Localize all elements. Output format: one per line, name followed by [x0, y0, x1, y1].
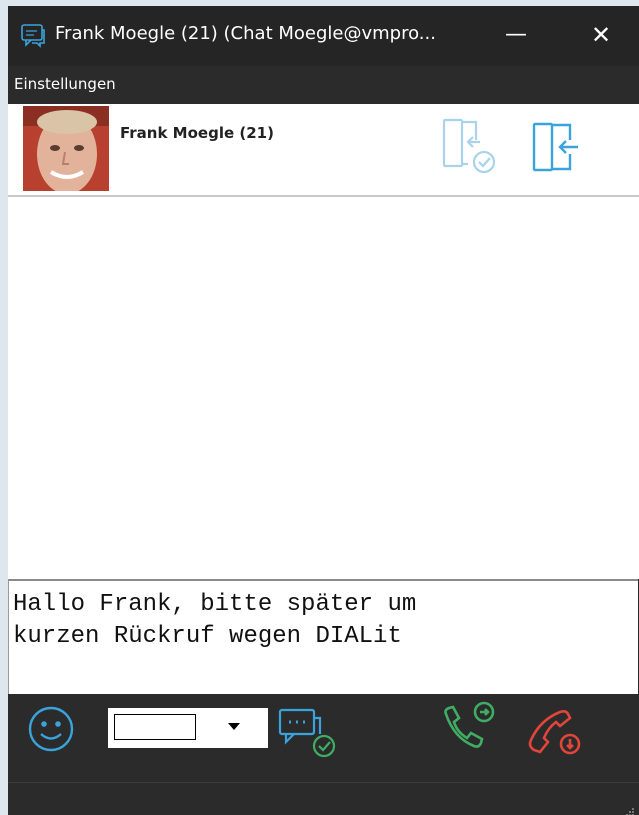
phone-accept-icon[interactable] [436, 700, 500, 762]
message-input-line: Hallo Frank, bitte später um [13, 591, 417, 618]
window-title: Frank Moegle (21) (Chat Moegle@vmpro... [55, 23, 436, 44]
menu-bar: Einstellungen [8, 66, 639, 104]
font-size-value [114, 714, 196, 740]
title-bar[interactable]: Frank Moegle (21) (Chat Moegle@vmpro... … [8, 6, 639, 66]
bottom-toolbar [8, 694, 639, 782]
font-size-select[interactable] [108, 708, 268, 748]
message-input-line: kurzen Rückruf wegen DIALit [13, 623, 402, 650]
chat-window: Frank Moegle (21) (Chat Moegle@vmpro... … [8, 6, 639, 815]
minimize-button[interactable]: — [501, 20, 531, 50]
door-leave-icon[interactable] [532, 122, 580, 172]
status-bar [8, 782, 639, 815]
message-input[interactable]: Hallo Frank, bitte später um kurzen Rück… [8, 579, 638, 694]
chat-bubbles-icon [20, 23, 46, 49]
contact-header: Frank Moegle (21) [8, 104, 639, 197]
avatar [23, 106, 109, 191]
phone-hangup-icon[interactable] [522, 700, 588, 762]
close-button[interactable]: ✕ [586, 20, 616, 50]
resize-grip-icon[interactable] [625, 802, 635, 815]
contact-name: Frank Moegle (21) [120, 124, 274, 142]
chat-history[interactable] [8, 197, 639, 579]
chevron-down-icon[interactable] [228, 723, 240, 730]
door-enter-check-icon[interactable] [442, 118, 498, 176]
chat-send-check-icon[interactable] [276, 704, 340, 760]
smiley-icon[interactable] [26, 704, 76, 754]
menu-item-einstellungen[interactable]: Einstellungen [14, 74, 116, 94]
